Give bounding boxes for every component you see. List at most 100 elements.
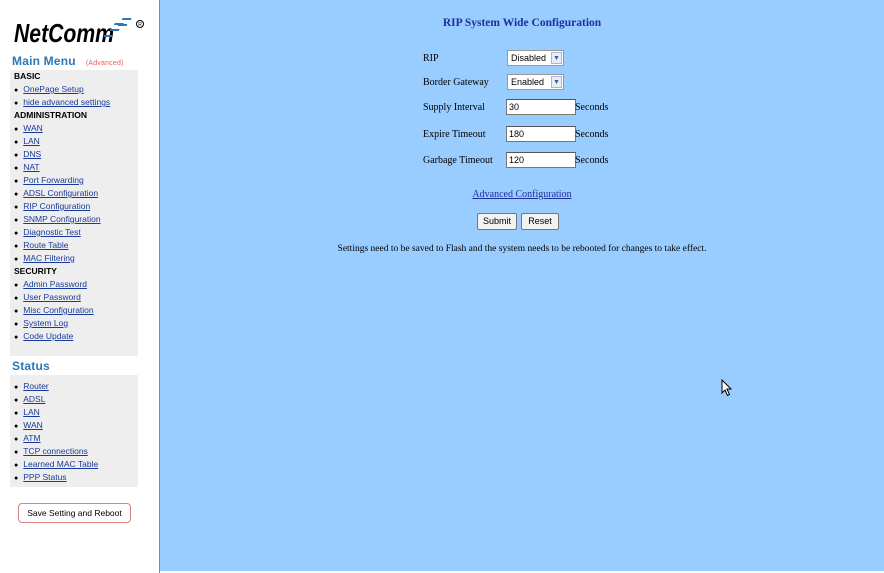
bullet-icon: ●: [14, 410, 19, 417]
main-menu-title: Main Menu (Advanced): [12, 54, 124, 68]
rip-value: Disabled: [511, 53, 547, 63]
menu-item-link[interactable]: Misc Configuration: [23, 305, 93, 315]
menu-section-security: SECURITY: [14, 266, 57, 276]
menu-item-admin-password[interactable]: ● Admin Password: [10, 278, 138, 291]
rip-select[interactable]: Disabled ▼: [507, 50, 564, 66]
bullet-icon: ●: [14, 217, 19, 224]
bullet-icon: ●: [14, 139, 19, 146]
bullet-icon: ●: [14, 282, 19, 289]
status-item-wan[interactable]: ● WAN: [10, 419, 138, 432]
status-item-adsl[interactable]: ● ADSL: [10, 393, 138, 406]
bullet-icon: ●: [14, 321, 19, 328]
status-item-link[interactable]: Router: [23, 381, 49, 391]
bullet-icon: ●: [14, 295, 19, 302]
bullet-icon: ●: [14, 462, 19, 469]
status-item-tcp-connections[interactable]: ● TCP connections: [10, 445, 138, 458]
menu-item-link[interactable]: WAN: [23, 123, 43, 133]
status-item-link[interactable]: LAN: [23, 407, 40, 417]
menu-item-link[interactable]: ADSL Configuration: [23, 188, 98, 198]
expire-timeout-label: Expire Timeout: [423, 129, 486, 140]
bullet-icon: ●: [14, 436, 19, 443]
status-item-link[interactable]: PPP Status: [23, 472, 66, 482]
reboot-note: Settings need to be saved to Flash and t…: [337, 244, 707, 254]
menu-item-link[interactable]: hide advanced settings: [23, 97, 110, 107]
border-gateway-select[interactable]: Enabled ▼: [507, 74, 564, 90]
menu-item-system-log[interactable]: ● System Log: [10, 317, 138, 330]
status-menu-title: Status: [12, 359, 50, 373]
menu-item-link[interactable]: RIP Configuration: [23, 201, 90, 211]
menu-item-link[interactable]: NAT: [23, 162, 39, 172]
menu-item-diagnostic-test[interactable]: ● Diagnostic Test: [10, 226, 138, 239]
main-menu-panel: BASIC ● OnePage Setup ● hide advanced settin…: [10, 70, 138, 356]
bullet-icon: ●: [14, 204, 19, 211]
menu-mode-label: (Advanced): [85, 60, 124, 67]
menu-item-link[interactable]: User Password: [23, 292, 81, 302]
save-and-reboot-button[interactable]: Save Setting and Reboot: [18, 503, 131, 523]
menu-item-link[interactable]: Route Table: [23, 240, 68, 250]
garbage-timeout-input[interactable]: 120: [506, 152, 576, 168]
menu-item-wan[interactable]: ● WAN: [10, 122, 138, 135]
menu-item-route-table[interactable]: ● Route Table: [10, 239, 138, 252]
menu-item-link[interactable]: Admin Password: [23, 279, 87, 289]
svg-text:R: R: [138, 22, 142, 28]
status-item-ppp-status[interactable]: ● PPP Status: [10, 471, 138, 484]
garbage-timeout-unit: Seconds: [575, 155, 609, 166]
bullet-icon: ●: [14, 308, 19, 315]
expire-timeout-unit: Seconds: [575, 129, 609, 140]
menu-item-code-update[interactable]: ● Code Update: [10, 330, 138, 343]
status-item-router[interactable]: ● Router: [10, 380, 138, 393]
menu-item-lan[interactable]: ● LAN: [10, 135, 138, 148]
chevron-down-icon: ▼: [551, 76, 562, 88]
menu-item-misc-configuration[interactable]: ● Misc Configuration: [10, 304, 138, 317]
menu-item-user-password[interactable]: ● User Password: [10, 291, 138, 304]
bullet-icon: ●: [14, 256, 19, 263]
menu-item-link[interactable]: OnePage Setup: [23, 84, 84, 94]
menu-item-rip-configuration[interactable]: ● RIP Configuration: [10, 200, 138, 213]
bullet-icon: ●: [14, 384, 19, 391]
menu-item-link[interactable]: MAC Filtering: [23, 253, 74, 263]
menu-item-link[interactable]: LAN: [23, 136, 40, 146]
menu-item-link[interactable]: DNS: [23, 149, 41, 159]
bullet-icon: ●: [14, 423, 19, 430]
status-menu-panel: ● Router ● ADSL ● LAN ● WAN ● ATM ● TCP connections…: [10, 375, 138, 487]
status-item-lan[interactable]: ● LAN: [10, 406, 138, 419]
reset-button[interactable]: Reset: [521, 213, 559, 230]
menu-item-link[interactable]: Port Forwarding: [23, 175, 83, 185]
supply-interval-input[interactable]: 30: [506, 99, 576, 115]
bullet-icon: ●: [14, 152, 19, 159]
status-item-learned-mac-table[interactable]: ● Learned MAC Table: [10, 458, 138, 471]
menu-item-link[interactable]: SNMP Configuration: [23, 214, 100, 224]
menu-item-onepage-setup[interactable]: ● OnePage Setup: [10, 83, 138, 96]
menu-item-adsl-configuration[interactable]: ● ADSL Configuration: [10, 187, 138, 200]
menu-item-port-forwarding[interactable]: ● Port Forwarding: [10, 174, 138, 187]
page-title: RIP System Wide Configuration: [442, 17, 602, 29]
garbage-timeout-label: Garbage Timeout: [423, 155, 493, 166]
bullet-icon: ●: [14, 100, 19, 107]
bullet-icon: ●: [14, 449, 19, 456]
status-item-link[interactable]: TCP connections: [23, 446, 88, 456]
status-item-atm[interactable]: ● ATM: [10, 432, 138, 445]
expire-timeout-input[interactable]: 180: [506, 126, 576, 142]
menu-item-nat[interactable]: ● NAT: [10, 161, 138, 174]
bullet-icon: ●: [14, 243, 19, 250]
status-item-link[interactable]: ATM: [23, 433, 40, 443]
bullet-icon: ●: [14, 334, 19, 341]
menu-section-administration: ADMINISTRATION: [14, 110, 88, 120]
status-item-link[interactable]: Learned MAC Table: [23, 459, 98, 469]
supply-interval-unit: Seconds: [575, 102, 609, 113]
menu-item-dns[interactable]: ● DNS: [10, 148, 138, 161]
status-item-link[interactable]: WAN: [23, 420, 43, 430]
menu-item-hide-advanced-settings[interactable]: ● hide advanced settings: [10, 96, 138, 109]
bullet-icon: ●: [14, 126, 19, 133]
menu-item-snmp-configuration[interactable]: ● SNMP Configuration: [10, 213, 138, 226]
main-content: RIP System Wide Configuration RIP Disabl…: [160, 0, 884, 573]
menu-item-mac-filtering[interactable]: ● MAC Filtering: [10, 252, 138, 265]
menu-item-link[interactable]: System Log: [23, 318, 68, 328]
mouse-cursor-icon: [721, 379, 733, 397]
status-item-link[interactable]: ADSL: [23, 394, 45, 404]
submit-button[interactable]: Submit: [477, 213, 517, 230]
menu-item-link[interactable]: Diagnostic Test: [23, 227, 80, 237]
supply-interval-label: Supply Interval: [423, 102, 485, 113]
advanced-configuration-link[interactable]: Advanced Configuration: [160, 189, 884, 200]
menu-item-link[interactable]: Code Update: [23, 331, 73, 341]
